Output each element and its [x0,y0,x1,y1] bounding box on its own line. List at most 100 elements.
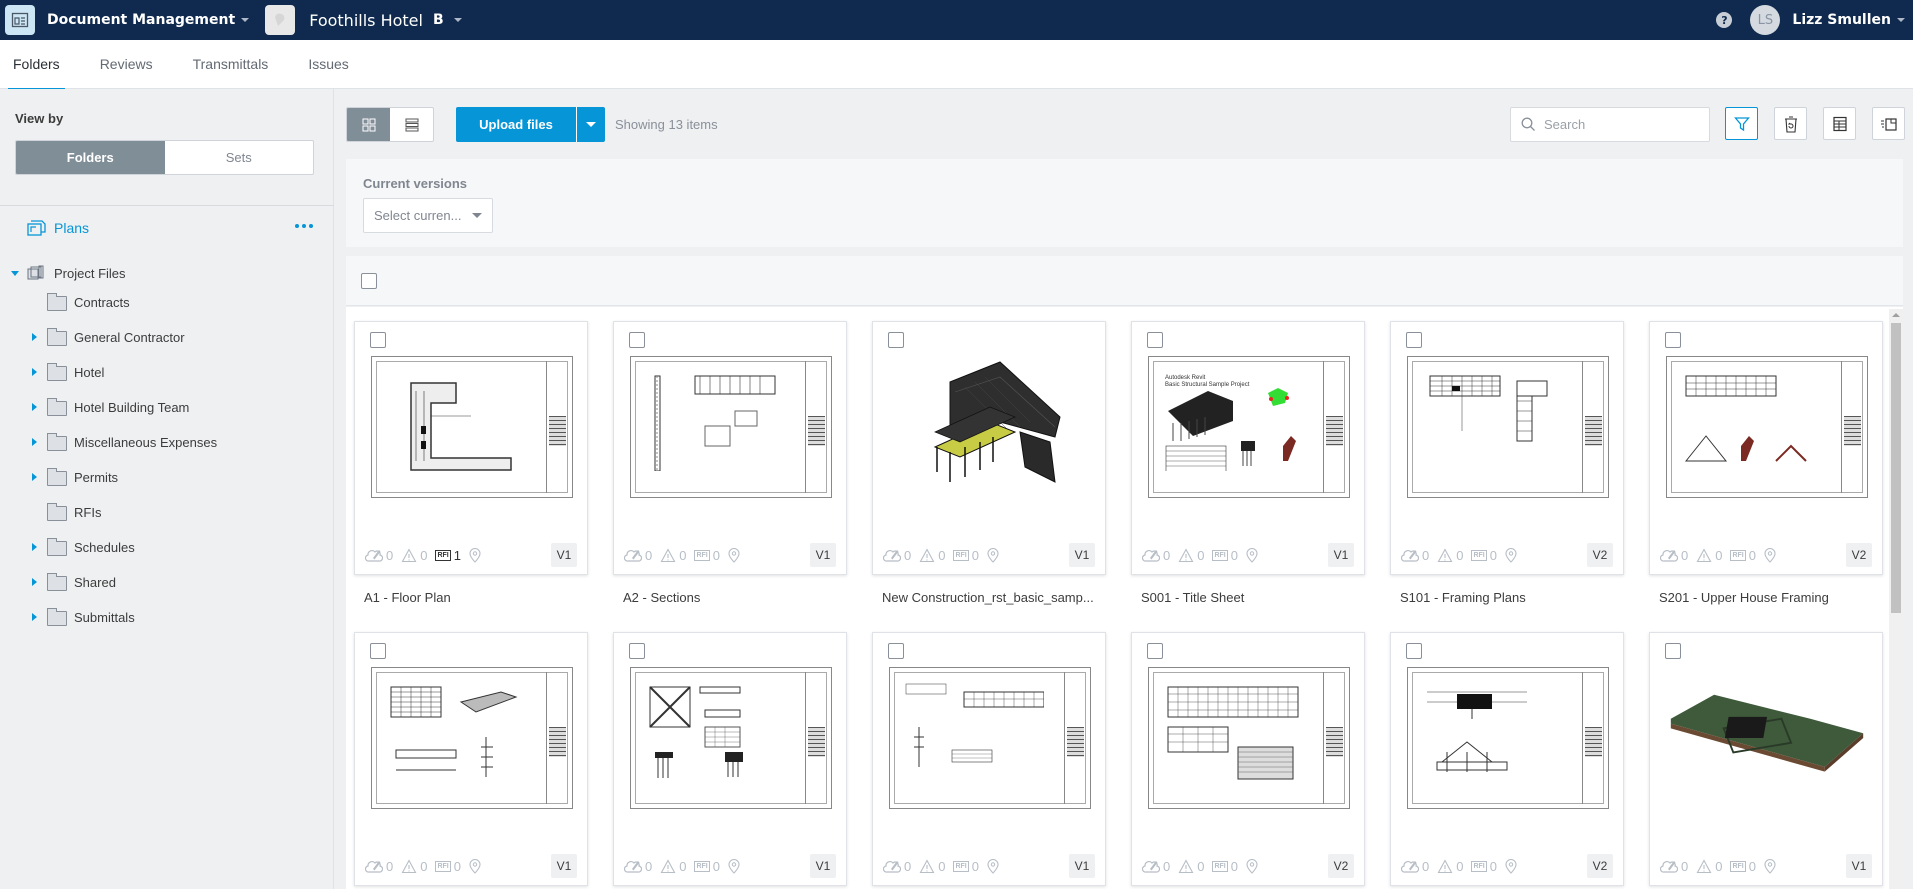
current-versions-select[interactable]: Select curren... [363,198,493,233]
file-thumbnail[interactable] [630,667,832,809]
version-badge[interactable]: V1 [551,854,577,878]
spreadsheet-button[interactable] [1823,107,1856,140]
file-card[interactable]: 0 0 RFI 1 V1 [354,321,588,575]
markups-meta[interactable]: 0 [1660,858,1688,874]
caret-right-icon[interactable] [32,473,37,481]
file-card[interactable]: 0 0 RFI 0 V2 [1390,632,1624,886]
file-thumbnail[interactable]: Autodesk Revit Basic Structural Sample Pr… [1148,356,1350,498]
caret-right-icon[interactable] [32,368,37,376]
markups-meta[interactable]: 0 [1142,858,1170,874]
file-name[interactable]: S201 - Upper House Framing [1659,590,1893,605]
file-checkbox[interactable] [629,332,645,348]
file-name[interactable]: S101 - Framing Plans [1400,590,1634,605]
issues-meta[interactable]: 0 [919,859,945,874]
markups-meta[interactable]: 0 [1401,547,1429,563]
avatar[interactable]: LS [1750,5,1781,35]
tree-folder-item[interactable]: Schedules [0,535,330,559]
tab-issues[interactable]: Issues [295,40,361,89]
file-thumbnail[interactable] [1666,356,1868,498]
file-thumbnail[interactable] [1407,667,1609,809]
location-meta[interactable] [469,547,481,563]
markups-meta[interactable]: 0 [624,547,652,563]
file-name[interactable]: S001 - Title Sheet [1141,590,1375,605]
rfis-meta[interactable]: RFI 0 [1212,859,1238,874]
issues-meta[interactable]: 0 [1696,548,1722,563]
tab-transmittals[interactable]: Transmittals [180,40,282,89]
markups-meta[interactable]: 0 [1142,547,1170,563]
caret-right-icon[interactable] [32,578,37,586]
scroll-up-icon[interactable] [1892,313,1900,317]
location-meta[interactable] [728,547,740,563]
version-badge[interactable]: V2 [1846,543,1872,567]
issues-meta[interactable]: 0 [1696,859,1722,874]
file-thumbnail[interactable] [889,356,1091,498]
vertical-scrollbar[interactable] [1889,309,1903,889]
file-thumbnail[interactable] [1407,356,1609,498]
file-thumbnail[interactable] [889,667,1091,809]
caret-right-icon[interactable] [32,438,37,446]
tab-reviews[interactable]: Reviews [87,40,166,89]
app-switcher[interactable]: Document Management [47,12,250,28]
panel-toggle-button[interactable] [1872,107,1905,140]
rfis-meta[interactable]: RFI 0 [1730,548,1756,563]
issues-meta[interactable]: 0 [1437,548,1463,563]
file-card[interactable]: 0 0 RFI 0 V1 [354,632,588,886]
file-card[interactable]: 0 0 RFI 0 V1 [613,321,847,575]
file-card[interactable]: 0 0 RFI 0 V1 [613,632,847,886]
tree-folder-item[interactable]: Hotel Building Team [0,395,330,419]
file-checkbox[interactable] [1406,332,1422,348]
location-meta[interactable] [1505,858,1517,874]
version-badge[interactable]: V1 [810,543,836,567]
issues-meta[interactable]: 0 [1178,859,1204,874]
caret-right-icon[interactable] [32,543,37,551]
tree-folder-item[interactable]: Hotel [0,360,330,384]
markups-meta[interactable]: 0 [883,858,911,874]
view-by-folders-button[interactable]: Folders [16,141,165,174]
file-checkbox[interactable] [629,643,645,659]
version-badge[interactable]: V2 [1587,854,1613,878]
file-checkbox[interactable] [370,643,386,659]
view-by-sets-button[interactable]: Sets [165,141,314,174]
tree-folder-item[interactable]: Contracts [0,290,330,314]
tree-folder-item[interactable]: Permits [0,465,330,489]
markups-meta[interactable]: 0 [1401,858,1429,874]
file-checkbox[interactable] [370,332,386,348]
rfis-meta[interactable]: RFI 0 [1730,859,1756,874]
version-badge[interactable]: V1 [1069,854,1095,878]
rfis-meta[interactable]: RFI 0 [694,548,720,563]
file-checkbox[interactable] [1406,643,1422,659]
location-meta[interactable] [728,858,740,874]
location-meta[interactable] [1764,858,1776,874]
issues-meta[interactable]: 0 [660,859,686,874]
version-badge[interactable]: V1 [810,854,836,878]
location-meta[interactable] [1764,547,1776,563]
version-badge[interactable]: V1 [1069,543,1095,567]
location-meta[interactable] [1246,858,1258,874]
file-thumbnail[interactable] [1148,667,1350,809]
issues-meta[interactable]: 0 [919,548,945,563]
user-menu[interactable]: Lizz Smullen [1792,12,1905,28]
file-name[interactable]: A2 - Sections [623,590,857,605]
file-card[interactable]: Autodesk Revit Basic Structural Sample Pr… [1131,321,1365,575]
markups-meta[interactable]: 0 [1660,547,1688,563]
file-name[interactable]: New Construction_rst_basic_samp... [882,590,1116,605]
location-meta[interactable] [1505,547,1517,563]
markups-meta[interactable]: 0 [365,547,393,563]
tree-folder-item[interactable]: Submittals [0,605,330,629]
rfis-meta[interactable]: RFI 0 [1471,548,1497,563]
tree-folder-item[interactable]: Shared [0,570,330,594]
rfis-meta[interactable]: RFI 0 [953,548,979,563]
tab-folders[interactable]: Folders [0,40,73,90]
rfis-meta[interactable]: RFI 0 [953,859,979,874]
issues-meta[interactable]: 0 [401,548,427,563]
issues-meta[interactable]: 0 [401,859,427,874]
version-badge[interactable]: V1 [1328,543,1354,567]
file-name[interactable]: A1 - Floor Plan [364,590,598,605]
rfis-meta[interactable]: RFI 1 [435,548,461,563]
caret-right-icon[interactable] [32,403,37,411]
search-input[interactable]: Search [1510,107,1710,142]
rfis-meta[interactable]: RFI 0 [1471,859,1497,874]
file-card[interactable]: 0 0 RFI 0 V1 [872,321,1106,575]
version-badge[interactable]: V2 [1328,854,1354,878]
version-badge[interactable]: V1 [551,543,577,567]
